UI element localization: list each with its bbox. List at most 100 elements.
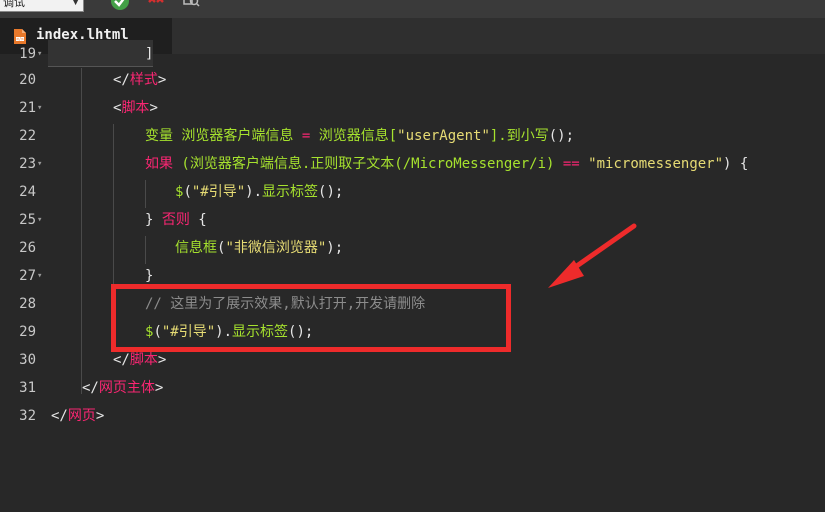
line-text: </样式> bbox=[113, 66, 166, 94]
method-name: 到小写 bbox=[506, 128, 549, 144]
tag-name: 网页主体 bbox=[98, 380, 155, 396]
punctuation: ). bbox=[215, 324, 233, 340]
fold-arrow-icon[interactable]: ▾ bbox=[37, 206, 42, 234]
current-line-highlight bbox=[48, 40, 153, 67]
line-text: 如果 (浏览器客户端信息.正则取子文本(/MicroMessenger/i) =… bbox=[145, 150, 748, 178]
line-number: 19 bbox=[19, 46, 36, 62]
code-line-25: 25 ▾ } 否则 { bbox=[0, 206, 825, 234]
toolbar: 调试 ▼ bbox=[0, 0, 825, 18]
code-line-30: 30 </脚本> bbox=[0, 346, 825, 374]
code-editor[interactable]: 19 ▾ ] 20 </样式> 21 ▾ <脚本> 22 变量 浏览器客户端信息… bbox=[0, 40, 825, 512]
tag-bracket: > bbox=[154, 380, 164, 396]
line-number: 32 bbox=[19, 408, 36, 424]
keyword: 如果 bbox=[145, 156, 173, 172]
string-literal: "micromessenger" bbox=[588, 156, 724, 172]
fold-arrow-icon[interactable]: ▾ bbox=[37, 150, 42, 178]
string-literal: "#引导" bbox=[161, 324, 216, 340]
tag-bracket: > bbox=[149, 100, 158, 116]
code-line-23: 23 ▾ 如果 (浏览器客户端信息.正则取子文本(/MicroMessenger… bbox=[0, 150, 825, 178]
code-line-32: 32 </网页> bbox=[0, 402, 825, 430]
code-line-29: 29 $("#引导").显示标签(); bbox=[0, 318, 825, 346]
punctuation: { bbox=[189, 212, 207, 228]
identifier: 浏览器信息[ bbox=[310, 128, 398, 144]
punctuation: ). bbox=[245, 184, 263, 200]
line-number: 28 bbox=[19, 296, 36, 312]
method-name: 显示标签 bbox=[262, 184, 319, 200]
string-literal: "非微信浏览器" bbox=[225, 240, 327, 256]
tag-name: 脚本 bbox=[121, 100, 150, 116]
code-comment: // 这里为了展示效果,默认打开,开发请删除 bbox=[145, 296, 426, 312]
code-line-24: 24 $("#引导").显示标签(); bbox=[0, 178, 825, 206]
line-text: </网页主体> bbox=[82, 374, 163, 402]
code-line-20: 20 </样式> bbox=[0, 66, 825, 94]
line-number: 30 bbox=[19, 352, 36, 368]
punctuation: } bbox=[145, 268, 154, 284]
code-line-21: 21 ▾ <脚本> bbox=[0, 94, 825, 122]
tag-bracket: </ bbox=[113, 352, 130, 368]
line-number: 27 bbox=[19, 268, 36, 284]
mode-select[interactable]: 调试 ▼ bbox=[0, 0, 84, 12]
keyword: 否则 bbox=[161, 212, 190, 228]
keyword: 变量 bbox=[145, 128, 173, 144]
line-text: } 否则 { bbox=[145, 206, 207, 234]
punctuation: ); bbox=[326, 240, 344, 256]
punctuation: (); bbox=[318, 184, 344, 200]
operator: == bbox=[562, 156, 580, 172]
method-name: 显示标签 bbox=[232, 324, 289, 340]
line-number: 31 bbox=[19, 380, 36, 396]
line-text: <脚本> bbox=[113, 94, 158, 122]
identifier: 浏览器客户端信息 bbox=[173, 128, 302, 144]
tag-bracket: </ bbox=[82, 380, 99, 396]
line-number: 26 bbox=[19, 240, 36, 256]
string-literal: "#引导" bbox=[191, 184, 246, 200]
tag-bracket: > bbox=[157, 72, 167, 88]
chevron-down-icon: ▼ bbox=[72, 0, 79, 7]
tag-name: 样式 bbox=[129, 72, 158, 88]
tag-name: 脚本 bbox=[129, 352, 158, 368]
tag-bracket: > bbox=[157, 352, 167, 368]
code-line-22: 22 变量 浏览器客户端信息 = 浏览器信息["userAgent"].到小写(… bbox=[0, 122, 825, 150]
punctuation: ]. bbox=[489, 128, 507, 144]
tag-bracket: > bbox=[95, 408, 105, 424]
punctuation: ) { bbox=[723, 156, 749, 172]
code-line-28: 28 // 这里为了展示效果,默认打开,开发请删除 bbox=[0, 290, 825, 318]
identifier: (浏览器客户端信息. bbox=[173, 156, 311, 172]
line-text: 变量 浏览器客户端信息 = 浏览器信息["userAgent"].到小写(); bbox=[145, 122, 574, 150]
line-number: 25 bbox=[19, 212, 36, 228]
run-icon[interactable] bbox=[110, 0, 130, 12]
fold-arrow-icon[interactable]: ▾ bbox=[37, 94, 42, 122]
punctuation: ( bbox=[153, 324, 162, 340]
code-line-26: 26 信息框("非微信浏览器"); bbox=[0, 234, 825, 262]
stop-icon[interactable] bbox=[146, 0, 166, 12]
regex-literal: (/MicroMessenger/i) bbox=[394, 156, 563, 172]
method-name: 正则取子文本 bbox=[310, 156, 395, 172]
tag-bracket: </ bbox=[51, 408, 68, 424]
tag-name: 网页 bbox=[67, 408, 96, 424]
fold-arrow-icon[interactable]: ▾ bbox=[37, 262, 42, 290]
code-line-31: 31 </网页主体> bbox=[0, 374, 825, 402]
line-number: 22 bbox=[19, 128, 36, 144]
line-text: $("#引导").显示标签(); bbox=[145, 318, 313, 346]
mode-select-value: 调试 bbox=[3, 0, 25, 9]
line-text: </脚本> bbox=[113, 346, 166, 374]
line-text: } bbox=[145, 262, 153, 290]
code-line-27: 27 ▾ } bbox=[0, 262, 825, 290]
line-text: $("#引导").显示标签(); bbox=[175, 178, 343, 206]
find-icon[interactable] bbox=[182, 0, 202, 12]
line-number: 21 bbox=[19, 100, 36, 116]
code-line-19: 19 ▾ ] bbox=[0, 40, 825, 68]
punctuation: (); bbox=[548, 128, 575, 144]
line-text: 信息框("非微信浏览器"); bbox=[175, 234, 343, 262]
punctuation: (); bbox=[288, 324, 314, 340]
tag-bracket: </ bbox=[113, 72, 130, 88]
function-name: 信息框 bbox=[175, 240, 217, 256]
string-literal: "userAgent" bbox=[397, 128, 490, 144]
line-text: </网页> bbox=[51, 402, 104, 430]
punctuation: } bbox=[145, 212, 162, 228]
fold-arrow-icon[interactable]: ▾ bbox=[37, 40, 42, 68]
line-text: ] bbox=[145, 46, 154, 62]
line-number: 23 bbox=[19, 156, 36, 172]
line-number: 24 bbox=[19, 184, 36, 200]
punctuation: ( bbox=[183, 184, 192, 200]
